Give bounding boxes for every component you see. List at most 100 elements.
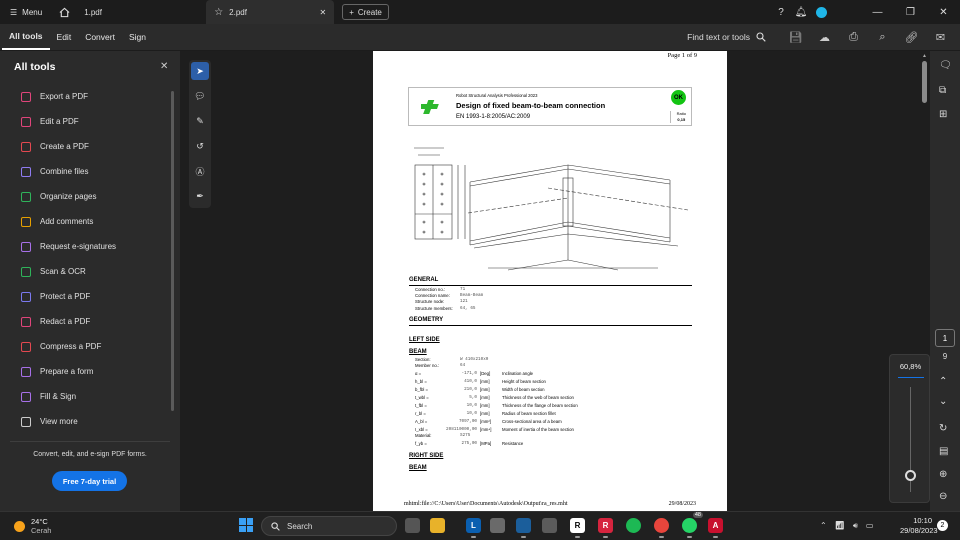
create-button[interactable]: + Create (342, 4, 389, 20)
tool-item-prepare-a-form[interactable]: Prepare a form (0, 359, 170, 384)
menu-convert[interactable]: Convert (78, 24, 122, 50)
free-trial-button[interactable]: Free 7-day trial (52, 471, 127, 491)
tool-item-scan-ocr[interactable]: Scan & OCR (0, 259, 170, 284)
upload-cloud-icon[interactable]: ☁ (811, 31, 838, 44)
tool-label: Fill & Sign (40, 392, 77, 401)
select-tool-icon[interactable]: ➤ (191, 62, 209, 80)
param-k: h_bl = (415, 378, 427, 384)
tool-item-view-more[interactable]: View more (0, 409, 170, 434)
tab-bar: ☰ Menu 1.pdf ☆ 2.pdf ✕ + Create ? 🔔︎ — ❐… (0, 0, 960, 24)
home-button[interactable] (52, 0, 76, 24)
close-window-button[interactable]: ✕ (927, 7, 960, 18)
print-icon[interactable]: ⎙ (840, 31, 867, 44)
all-tools-panel: All tools ✕ Export a PDF Edit a PDF Create… (0, 51, 180, 511)
tool-item-export-a-pdf[interactable]: Export a PDF (0, 84, 170, 109)
tool-item-request-e-signatures[interactable]: Request e-signatures (0, 234, 170, 259)
bell-icon[interactable]: 🔔︎ (791, 7, 811, 18)
zoom-value[interactable]: 60,8% (890, 362, 931, 371)
spotify-icon[interactable] (626, 518, 641, 533)
maximize-button[interactable]: ❐ (894, 7, 927, 18)
taskbar-search[interactable]: Search (261, 516, 397, 536)
close-tab-icon[interactable]: ✕ (319, 8, 326, 17)
tool-item-create-a-pdf[interactable]: Create a PDF (0, 134, 170, 159)
tool-item-combine-files[interactable]: Combine files (0, 159, 170, 184)
menu-all-tools[interactable]: All tools (2, 24, 50, 50)
document-canvas[interactable]: ➤ 💬︎ ✎ ↺ Ⓐ ✒ Page 1 of 9 Robot Structura… (180, 51, 920, 511)
zoom-popover: 60,8% (889, 354, 930, 503)
save-icon[interactable]: 💾︎ (782, 31, 809, 44)
page-view-icon[interactable]: ▤ (939, 446, 948, 457)
thumbnails-icon[interactable]: ⊞ (939, 109, 947, 120)
link-icon[interactable]: 🔗︎ (898, 31, 925, 44)
highlight-pen-icon[interactable]: ✎ (191, 112, 209, 130)
tool-item-organize-pages[interactable]: Organize pages (0, 184, 170, 209)
minimize-button[interactable]: — (861, 7, 894, 18)
menu-edit[interactable]: Edit (50, 24, 79, 50)
volume-icon[interactable]: 🔊︎ (853, 521, 858, 531)
email-icon[interactable]: ✉ (927, 31, 954, 44)
param-k: t_fbl = (415, 402, 427, 408)
search-doc-icon[interactable]: ⌕ (869, 31, 896, 44)
app-gray-icon[interactable] (490, 518, 505, 533)
param-v: 410,0 (464, 378, 477, 384)
tab-2-pdf[interactable]: ☆ 2.pdf ✕ (206, 0, 335, 24)
weather-widget[interactable]: 24°C Cerah (14, 517, 51, 535)
ratio-value: 0,15 (677, 117, 686, 122)
draw-lasso-icon[interactable]: ↺ (191, 137, 209, 155)
param-d: Inclination angle (502, 370, 534, 376)
scroll-up-icon[interactable]: ▲ (922, 53, 927, 59)
rotate-icon[interactable]: ↻ (939, 423, 947, 434)
zoom-out-icon[interactable]: ⊖ (939, 491, 947, 502)
app-l-icon[interactable]: L (466, 518, 481, 538)
scroll-thumb[interactable] (922, 61, 927, 103)
star-icon[interactable]: ☆ (214, 7, 223, 18)
chevron-up-icon[interactable]: ⌃ (820, 521, 827, 531)
param-d: Thickness of the flange of beam section (502, 402, 578, 408)
tool-item-edit-a-pdf[interactable]: Edit a PDF (0, 109, 170, 134)
zoom-slider-handle[interactable] (905, 470, 916, 481)
left-side-heading: LEFT SIDE (409, 337, 440, 343)
acrobat-icon[interactable]: A (708, 518, 723, 538)
comments-panel-icon[interactable]: 🗨︎ (939, 60, 952, 71)
menu-sign[interactable]: Sign (122, 24, 153, 50)
tool-list: Export a PDF Edit a PDF Create a PDF Combin… (0, 84, 170, 434)
menu-button[interactable]: ☰ Menu (0, 0, 52, 24)
find-label: Find text or tools (687, 32, 750, 42)
zoom-in-icon[interactable]: ⊕ (939, 469, 947, 480)
whatsapp-icon[interactable]: 48 (682, 512, 703, 538)
chrome-icon[interactable] (654, 518, 669, 538)
avatar[interactable] (811, 6, 831, 18)
current-page-input[interactable]: 1 (935, 329, 955, 347)
report-title: Design of fixed beam-to-beam connection (456, 101, 606, 110)
notification-count[interactable]: 2 (937, 520, 948, 531)
file-explorer-icon[interactable] (430, 518, 445, 533)
sign-pen-icon[interactable]: ✒ (191, 187, 209, 205)
tool-item-compress-a-pdf[interactable]: Compress a PDF (0, 334, 170, 359)
battery-icon[interactable]: ▭ (866, 521, 874, 531)
connection-drawing (414, 147, 689, 271)
app-robot-icon[interactable]: R (598, 518, 613, 538)
start-button[interactable] (239, 518, 253, 532)
find-tools-button[interactable]: Find text or tools (687, 32, 766, 42)
help-icon[interactable]: ? (771, 7, 791, 18)
bookmarks-icon[interactable]: ⧉ (939, 85, 946, 96)
tab-1-pdf[interactable]: 1.pdf (76, 0, 206, 24)
chevron-up-icon[interactable]: ⌃ (939, 376, 947, 387)
app-tools-icon[interactable] (542, 518, 557, 533)
chevron-down-icon[interactable]: ⌄ (939, 396, 947, 407)
tool-item-redact-a-pdf[interactable]: Redact a PDF (0, 309, 170, 334)
panel-scrollbar[interactable] (171, 91, 174, 411)
app-revit-icon[interactable] (516, 518, 531, 538)
task-view-icon[interactable] (405, 518, 420, 533)
text-box-icon[interactable]: Ⓐ (191, 162, 209, 180)
close-panel-icon[interactable]: ✕ (160, 61, 168, 72)
zoom-underline (898, 377, 924, 378)
tool-item-protect-a-pdf[interactable]: Protect a PDF (0, 284, 170, 309)
tool-item-add-comments[interactable]: Add comments (0, 209, 170, 234)
param-u: [mm⁴] (480, 426, 492, 432)
comment-tool-icon[interactable]: 💬︎ (191, 87, 209, 105)
app-r-white-icon[interactable]: R (570, 518, 585, 538)
wifi-icon[interactable]: 📶︎ (835, 521, 845, 531)
tool-item-fill-sign[interactable]: Fill & Sign (0, 384, 170, 409)
clock[interactable]: 10:10 29/08/2023 (900, 516, 938, 536)
